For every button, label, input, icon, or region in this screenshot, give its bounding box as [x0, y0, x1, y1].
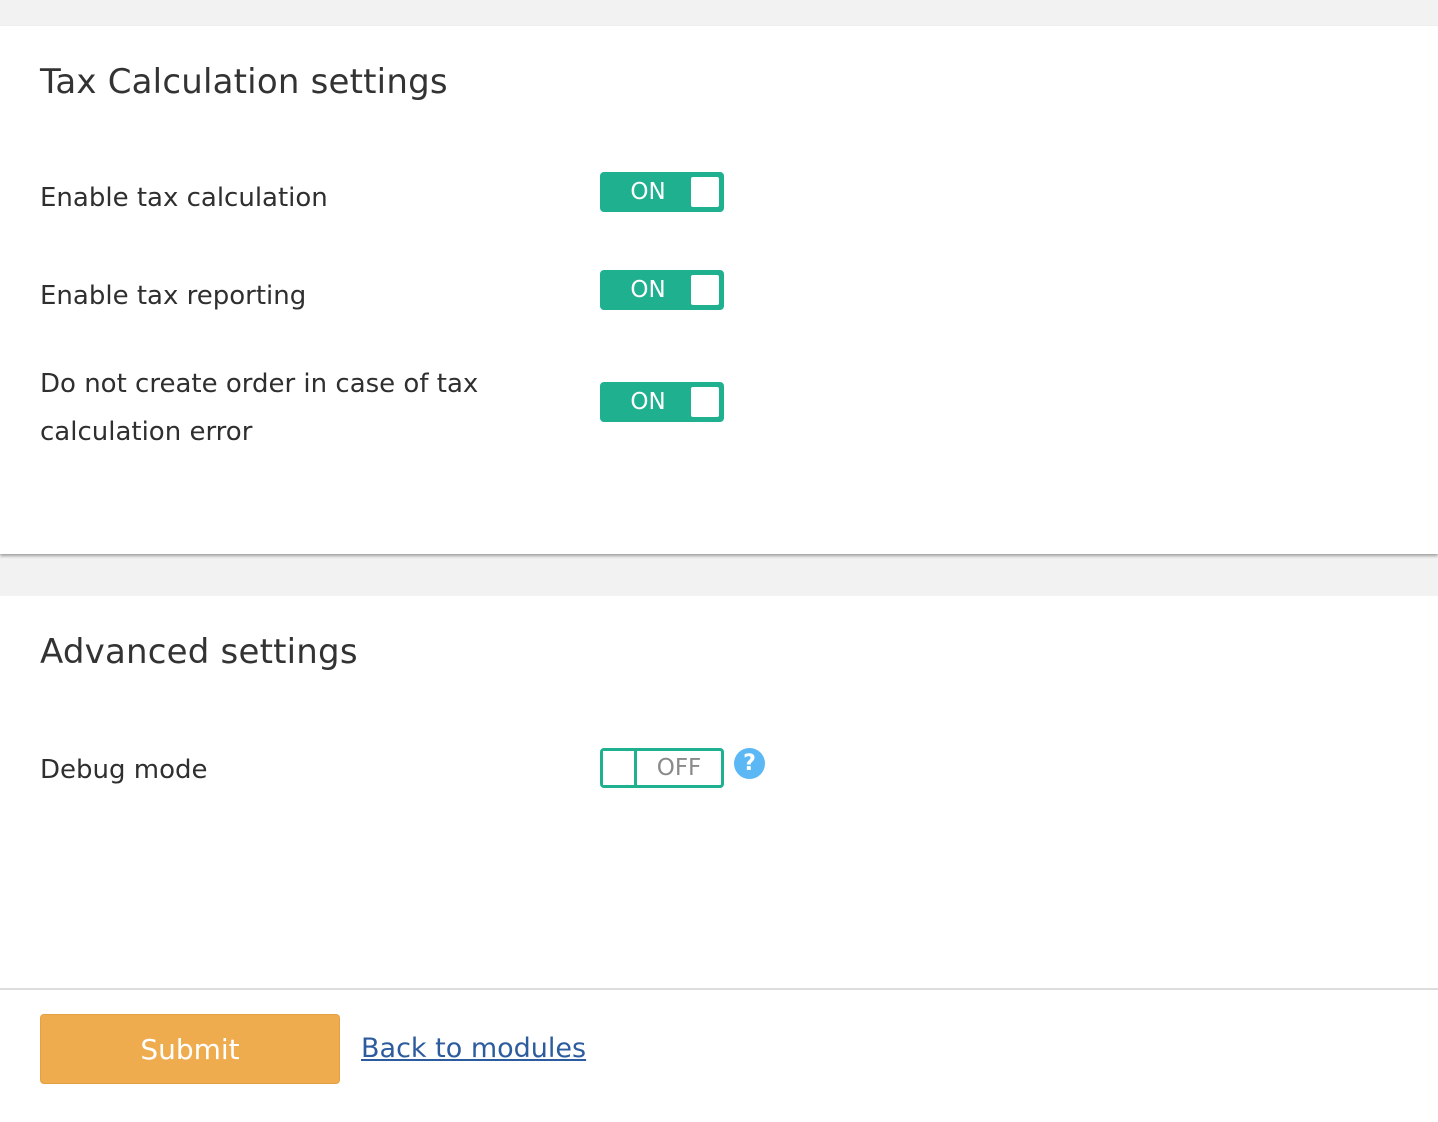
submit-button[interactable]: Submit	[40, 1014, 340, 1084]
label-no-order-on-tax-error: Do not create order in case of tax calcu…	[40, 369, 479, 447]
toggle-no-order-on-tax-error[interactable]: ON	[600, 382, 724, 422]
toggle-debug-mode[interactable]: OFF	[600, 748, 724, 788]
label-enable-tax-reporting: Enable tax reporting	[40, 281, 307, 311]
toggle-state-text: OFF	[656, 755, 702, 781]
toggle-state-text: ON	[630, 389, 666, 415]
tax-calculation-settings-panel: Tax Calculation settings Enable tax calc…	[0, 26, 1438, 554]
label-enable-tax-calculation: Enable tax calculation	[40, 183, 328, 213]
toggle-state-text: ON	[630, 277, 666, 303]
toggle-state-text: ON	[630, 179, 666, 205]
label-debug-mode: Debug mode	[40, 755, 208, 785]
toggle-knob	[691, 177, 719, 207]
footer-divider	[0, 988, 1438, 990]
back-to-modules-link[interactable]: Back to modules	[361, 1030, 586, 1068]
advanced-settings-panel: Advanced settings Debug mode OFF ? Submi…	[0, 596, 1438, 1122]
toggle-knob	[603, 751, 637, 785]
section-title-advanced: Advanced settings	[40, 632, 358, 672]
toggle-knob	[691, 275, 719, 305]
question-circle-icon[interactable]: ?	[734, 748, 765, 779]
toggle-enable-tax-calculation[interactable]: ON	[600, 172, 724, 212]
toggle-knob	[691, 387, 719, 417]
toggle-enable-tax-reporting[interactable]: ON	[600, 270, 724, 310]
section-title-tax: Tax Calculation settings	[40, 62, 448, 102]
